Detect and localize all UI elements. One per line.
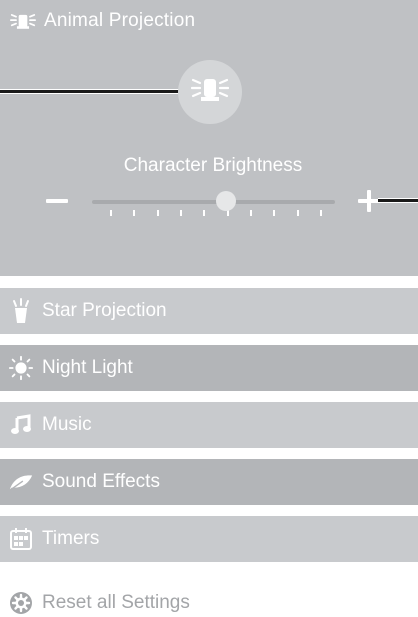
brightness-label: Character Brightness [123, 155, 303, 176]
menu-item-label: Timers [42, 528, 100, 549]
increase-brightness-button-vertical[interactable] [367, 190, 371, 212]
menu-item-label: Sound Effects [42, 471, 160, 492]
slider-tick [156, 210, 159, 216]
decrease-brightness-button[interactable] [46, 199, 68, 203]
projection-toggle-button[interactable] [178, 60, 242, 124]
panel-title: Animal Projection [44, 10, 196, 31]
calendar-icon [8, 526, 34, 552]
slider-tick [296, 210, 299, 216]
menu-item-sound-effects[interactable]: Sound Effects [0, 459, 418, 505]
leaf-icon [8, 469, 34, 495]
beacon-icon [10, 8, 36, 34]
gear-icon [8, 590, 34, 616]
brightness-slider-thumb[interactable] [215, 191, 236, 211]
slider-tick [110, 210, 112, 216]
panel-header[interactable]: Animal Projection [10, 8, 195, 34]
animal-projection-panel: Animal Projection Character Brightness [0, 0, 418, 276]
connector-line-right [378, 199, 418, 202]
beacon-icon [190, 74, 230, 111]
menu-item-night-light[interactable]: Night Light [0, 345, 418, 391]
menu-item-timers[interactable]: Timers [0, 516, 418, 562]
flashlight-icon [8, 298, 34, 324]
brightness-ticks [110, 210, 322, 218]
music-note-icon [8, 412, 34, 438]
menu-item-label: Night Light [42, 357, 133, 378]
brightness-slider-track[interactable] [92, 200, 335, 204]
menu-item-music[interactable]: Music [0, 402, 418, 448]
slider-tick [133, 210, 136, 216]
slider-tick [273, 210, 276, 216]
connector-line-left [0, 90, 190, 93]
reset-settings-button[interactable]: Reset all Settings [8, 589, 190, 617]
menu-item-label: Star Projection [42, 300, 167, 321]
slider-tick [203, 210, 206, 216]
reset-label: Reset all Settings [42, 592, 190, 613]
menu-item-label: Music [42, 414, 92, 435]
menu-item-star-projection[interactable]: Star Projection [0, 288, 418, 334]
slider-tick [180, 210, 182, 216]
slider-tick [250, 210, 252, 216]
slider-tick [320, 210, 322, 216]
sun-icon [8, 355, 34, 381]
